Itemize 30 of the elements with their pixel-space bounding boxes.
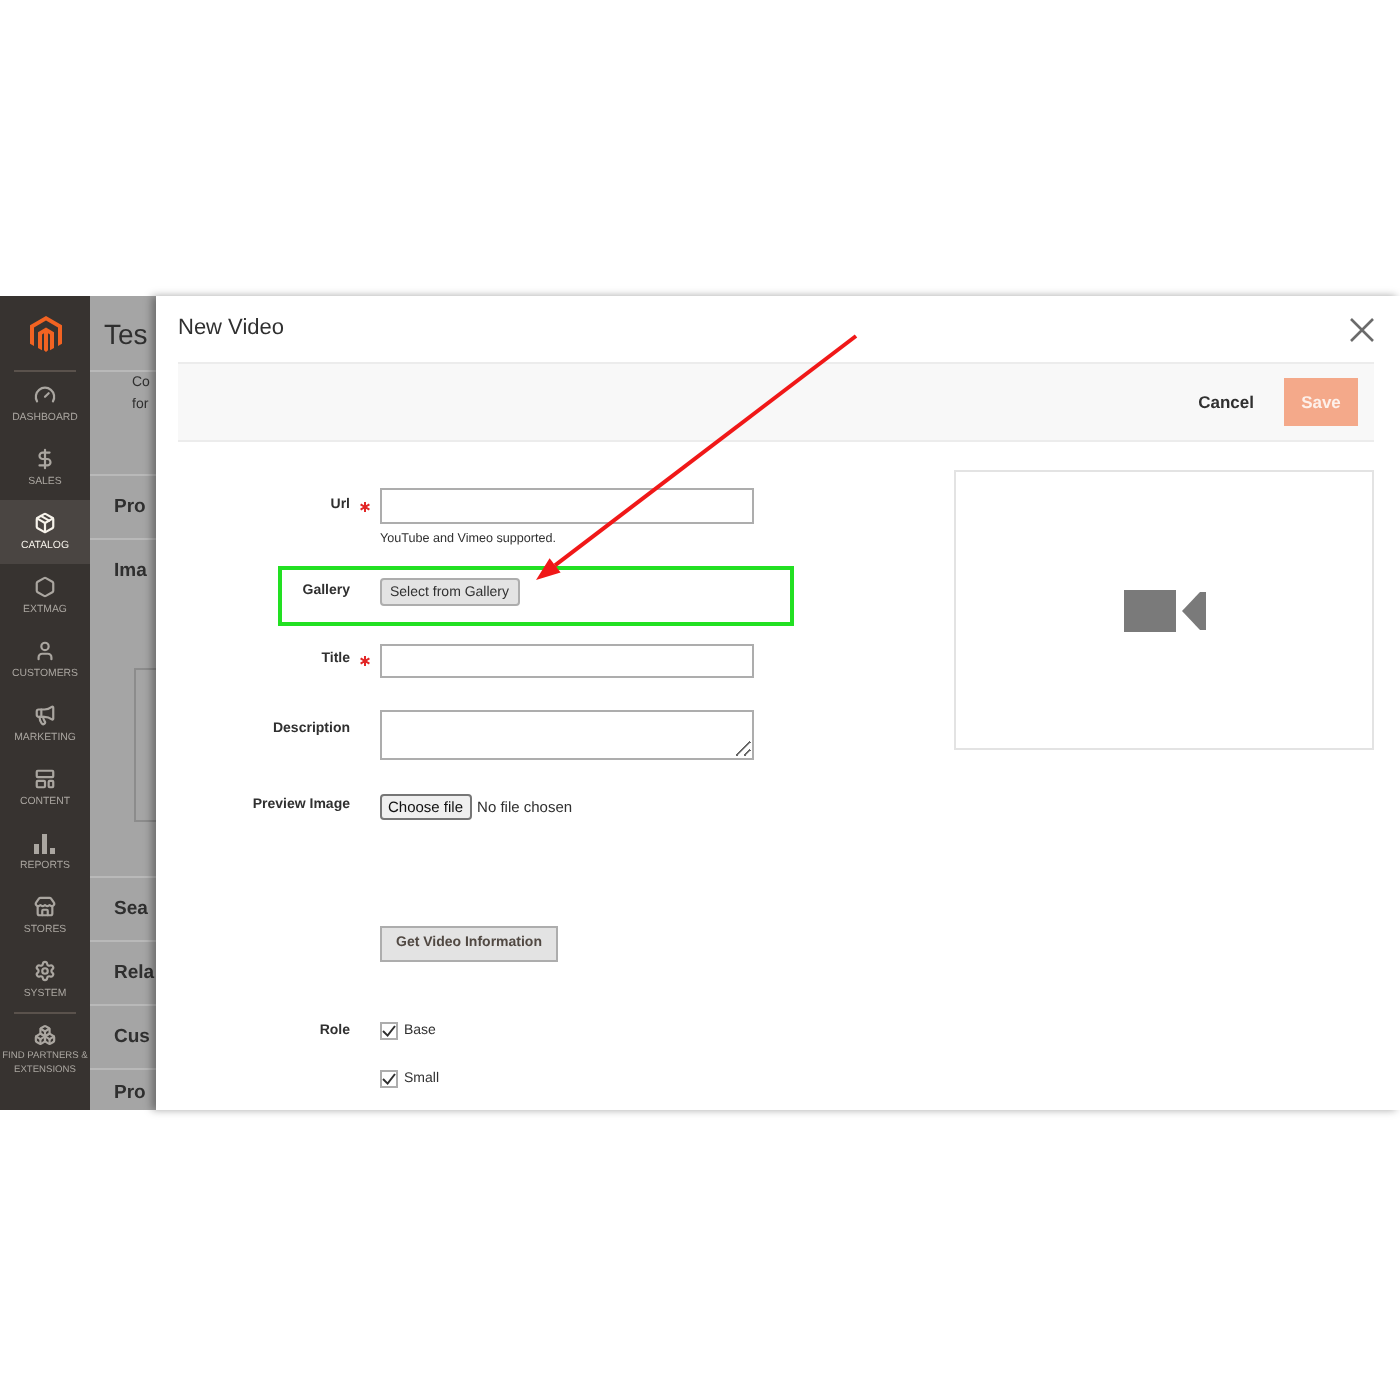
dollar-icon — [34, 448, 56, 470]
gauge-icon — [34, 384, 56, 406]
checkbox[interactable] — [380, 1022, 398, 1040]
megaphone-icon — [34, 704, 56, 726]
storefront-icon — [34, 896, 56, 918]
person-icon — [34, 640, 56, 662]
dialog-title: New Video — [178, 314, 284, 345]
logo-icon — [29, 315, 61, 351]
section-title: Rela — [112, 961, 156, 985]
checkmark-icon — [382, 1024, 396, 1038]
boxes-icon — [34, 1024, 56, 1046]
section-title: Ima — [112, 560, 149, 584]
layout-icon — [34, 768, 56, 790]
video-camera-icon — [1123, 589, 1205, 631]
section-title: Cus — [112, 1025, 152, 1049]
url-input[interactable] — [380, 488, 754, 524]
gear-icon — [34, 960, 56, 982]
close-icon — [1350, 317, 1374, 341]
close-button[interactable] — [1350, 317, 1374, 341]
box-icon — [34, 512, 56, 534]
section-title: Sea — [112, 897, 150, 921]
title-input[interactable] — [380, 644, 754, 678]
section-title: Pro — [112, 495, 148, 519]
page-title: Tes — [104, 319, 148, 347]
cancel-button[interactable]: Cancel — [1198, 389, 1254, 415]
checkbox[interactable] — [380, 1070, 398, 1088]
checkmark-icon — [382, 1072, 396, 1086]
section-title: Pro — [112, 1082, 148, 1106]
bar-chart-icon — [34, 832, 56, 854]
hexagon-icon — [34, 576, 56, 598]
